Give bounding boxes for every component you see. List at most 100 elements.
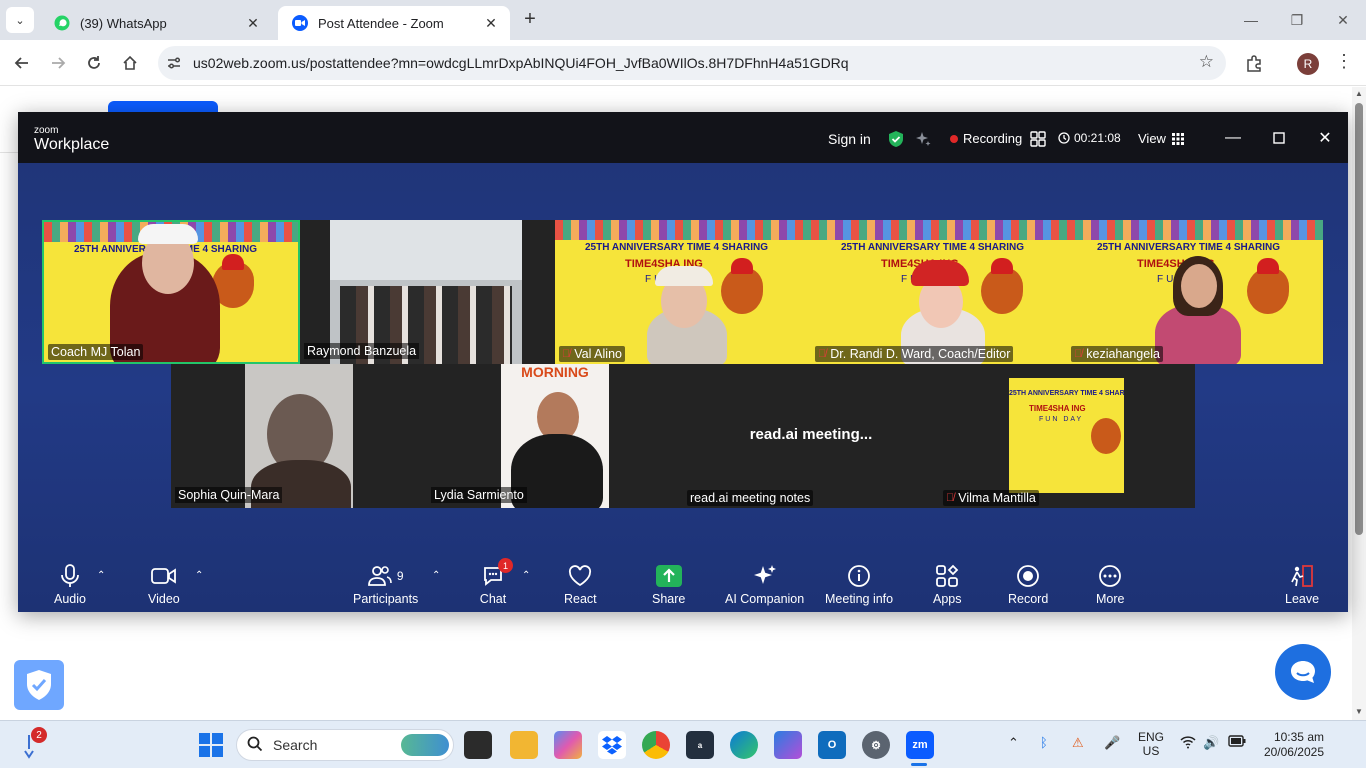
volume-icon[interactable]: 🔊 [1203, 735, 1219, 751]
task-view-icon[interactable] [464, 731, 492, 759]
weather-widget[interactable]: 2 [18, 727, 47, 759]
zoom-workplace-logo: zoom Workplace [34, 126, 109, 154]
ai-companion-button[interactable]: AI Companion [725, 562, 804, 606]
reload-button[interactable] [81, 50, 107, 76]
settings-gear-icon[interactable]: ⚙ [862, 731, 890, 759]
clock-time: 10:35 am [1273, 730, 1324, 744]
sign-in-button[interactable]: Sign in [828, 131, 871, 147]
page-scrollbar[interactable]: ▲ ▼ [1352, 87, 1366, 720]
site-info-icon[interactable] [164, 53, 184, 73]
wifi-icon[interactable] [1180, 735, 1196, 752]
video-tile-randi-ward[interactable]: 25TH ANNIVERSARY TIME 4 SHARING TIME4SHA… [811, 220, 1067, 364]
bookmark-star-icon[interactable]: ☆ [1199, 52, 1214, 72]
timer-text: 00:21:08 [1074, 131, 1121, 145]
logo-big-text: Workplace [34, 136, 110, 153]
tab-whatsapp[interactable]: (39) WhatsApp ✕ [40, 6, 272, 40]
restore-window-button[interactable]: ❐ [1274, 0, 1320, 40]
profile-avatar[interactable]: R [1297, 53, 1319, 75]
zoom-title-bar: zoom Workplace Sign in Recording 00:21:0… [18, 112, 1348, 163]
chat-icon: 1 [479, 558, 513, 590]
participants-button[interactable]: 9 Participants [353, 562, 418, 606]
video-tile-coach-mj-tolan[interactable]: 25TH ANNIVERSARY TIME 4 SHARING Coach MJ… [42, 220, 300, 364]
tab-search-button[interactable]: ⌄ [6, 7, 34, 33]
zoom-maximize-button[interactable] [1267, 126, 1291, 150]
bluetooth-icon[interactable]: ᛒ [1040, 735, 1048, 750]
gallery-grid-icon[interactable] [1030, 131, 1046, 147]
meeting-info-button[interactable]: Meeting info [825, 562, 893, 606]
file-explorer-icon[interactable] [510, 731, 538, 759]
chrome-icon[interactable] [642, 731, 670, 759]
video-tile-vilma-mantilla[interactable]: 25TH ANNIVERSARY TIME 4 SHARING TIME4SHA… [939, 364, 1195, 508]
show-hidden-icons-chevron-icon[interactable]: ⌃ [1008, 735, 1019, 751]
participants-options-chevron-icon[interactable]: ⌃ [432, 570, 440, 581]
dropbox-icon[interactable] [598, 731, 626, 759]
amazon-icon[interactable]: a [686, 731, 714, 759]
microphone-tray-icon[interactable]: 🎤 [1104, 735, 1120, 751]
ai-companion-label: AI Companion [725, 592, 805, 606]
tab-zoom[interactable]: Post Attendee - Zoom ✕ [278, 6, 510, 40]
home-button[interactable] [117, 50, 143, 76]
address-bar[interactable]: us02web.zoom.us/postattendee?mn=owdcgLLm… [158, 46, 1226, 80]
participant-name: Lydia Sarmiento [431, 487, 527, 503]
share-button[interactable]: Share [652, 562, 685, 606]
santa-hat [1257, 258, 1279, 274]
participant-santa-hat [911, 260, 969, 286]
security-shield-button[interactable] [14, 660, 64, 710]
recording-indicator[interactable]: Recording [950, 131, 1022, 146]
video-options-chevron-icon[interactable]: ⌃ [195, 570, 203, 581]
record-button[interactable]: Record [1008, 562, 1048, 606]
participant-name: Coach MJ Tolan [48, 344, 144, 360]
chat-button[interactable]: 1 Chat [479, 558, 513, 606]
extensions-icon[interactable] [1242, 51, 1266, 75]
encryption-shield-icon[interactable] [887, 130, 905, 148]
chat-options-chevron-icon[interactable]: ⌃ [522, 570, 530, 581]
minimize-window-button[interactable]: — [1228, 0, 1274, 40]
share-label: Share [652, 592, 686, 606]
view-button[interactable]: View [1138, 131, 1184, 146]
clock-icon [1058, 132, 1070, 144]
close-window-button[interactable]: ✕ [1320, 0, 1366, 40]
forward-button[interactable] [45, 50, 71, 76]
more-button[interactable]: More [1096, 562, 1124, 606]
language-indicator[interactable]: ENG US [1138, 730, 1164, 758]
video-tile-val-alino[interactable]: 25TH ANNIVERSARY TIME 4 SHARING TIME4SHA… [555, 220, 811, 364]
windows-start-button[interactable] [199, 733, 223, 757]
participant-name: Raymond Banzuela [304, 343, 420, 359]
zoom-icon [292, 15, 308, 31]
record-icon [1014, 562, 1042, 590]
back-button[interactable] [9, 50, 35, 76]
react-button[interactable]: React [564, 562, 597, 606]
system-clock[interactable]: 10:35 am 20/06/2025 [1256, 730, 1324, 760]
scrollbar-thumb[interactable] [1355, 103, 1363, 535]
arrow-right-icon [52, 57, 66, 69]
taskbar-search-box[interactable]: Search [236, 729, 454, 761]
video-button[interactable]: Video [148, 562, 180, 606]
video-tile-keziahangela[interactable]: 25TH ANNIVERSARY TIME 4 SHARING TIME4SHA… [1067, 220, 1323, 364]
ai-sparkle-icon [751, 562, 779, 590]
audio-options-chevron-icon[interactable]: ⌃ [97, 570, 105, 581]
microsoft-365-icon[interactable] [774, 731, 802, 759]
video-tile-read-ai[interactable]: read.ai meeting... read.ai meeting notes [683, 364, 939, 508]
apps-button[interactable]: Apps [933, 562, 962, 606]
maximize-icon [1273, 132, 1285, 144]
close-tab-icon[interactable]: ✕ [482, 15, 500, 32]
scroll-up-icon[interactable]: ▲ [1355, 89, 1363, 98]
battery-icon[interactable] [1228, 735, 1246, 750]
leave-button[interactable]: Leave [1285, 562, 1319, 606]
zoom-taskbar-icon[interactable]: zm [906, 731, 934, 759]
zoom-minimize-button[interactable]: — [1221, 126, 1245, 150]
edge-icon[interactable] [730, 731, 758, 759]
outlook-icon[interactable]: O [818, 731, 846, 759]
audio-button[interactable]: Audio [54, 562, 86, 606]
zoom-close-button[interactable]: ✕ [1313, 126, 1337, 150]
zoom-meeting-window: zoom Workplace Sign in Recording 00:21:0… [18, 112, 1348, 612]
shield-check-icon [27, 670, 51, 700]
browser-menu-icon[interactable]: ⋮ [1334, 51, 1354, 72]
security-alert-icon[interactable]: ⚠ [1072, 735, 1084, 751]
scroll-down-icon[interactable]: ▼ [1355, 707, 1363, 716]
support-chat-button[interactable] [1275, 644, 1331, 700]
close-tab-icon[interactable]: ✕ [244, 15, 262, 32]
copilot-icon[interactable] [554, 731, 582, 759]
new-tab-button[interactable]: + [518, 8, 542, 32]
ai-sparkle-icon[interactable] [914, 130, 932, 148]
